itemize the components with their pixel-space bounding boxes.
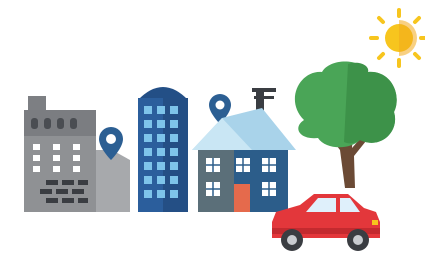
- office-tower: [138, 87, 188, 212]
- car: [272, 194, 380, 251]
- tree: [294, 61, 397, 188]
- city-illustration: [24, 8, 425, 251]
- house: [192, 88, 296, 212]
- sun-icon: [369, 8, 425, 68]
